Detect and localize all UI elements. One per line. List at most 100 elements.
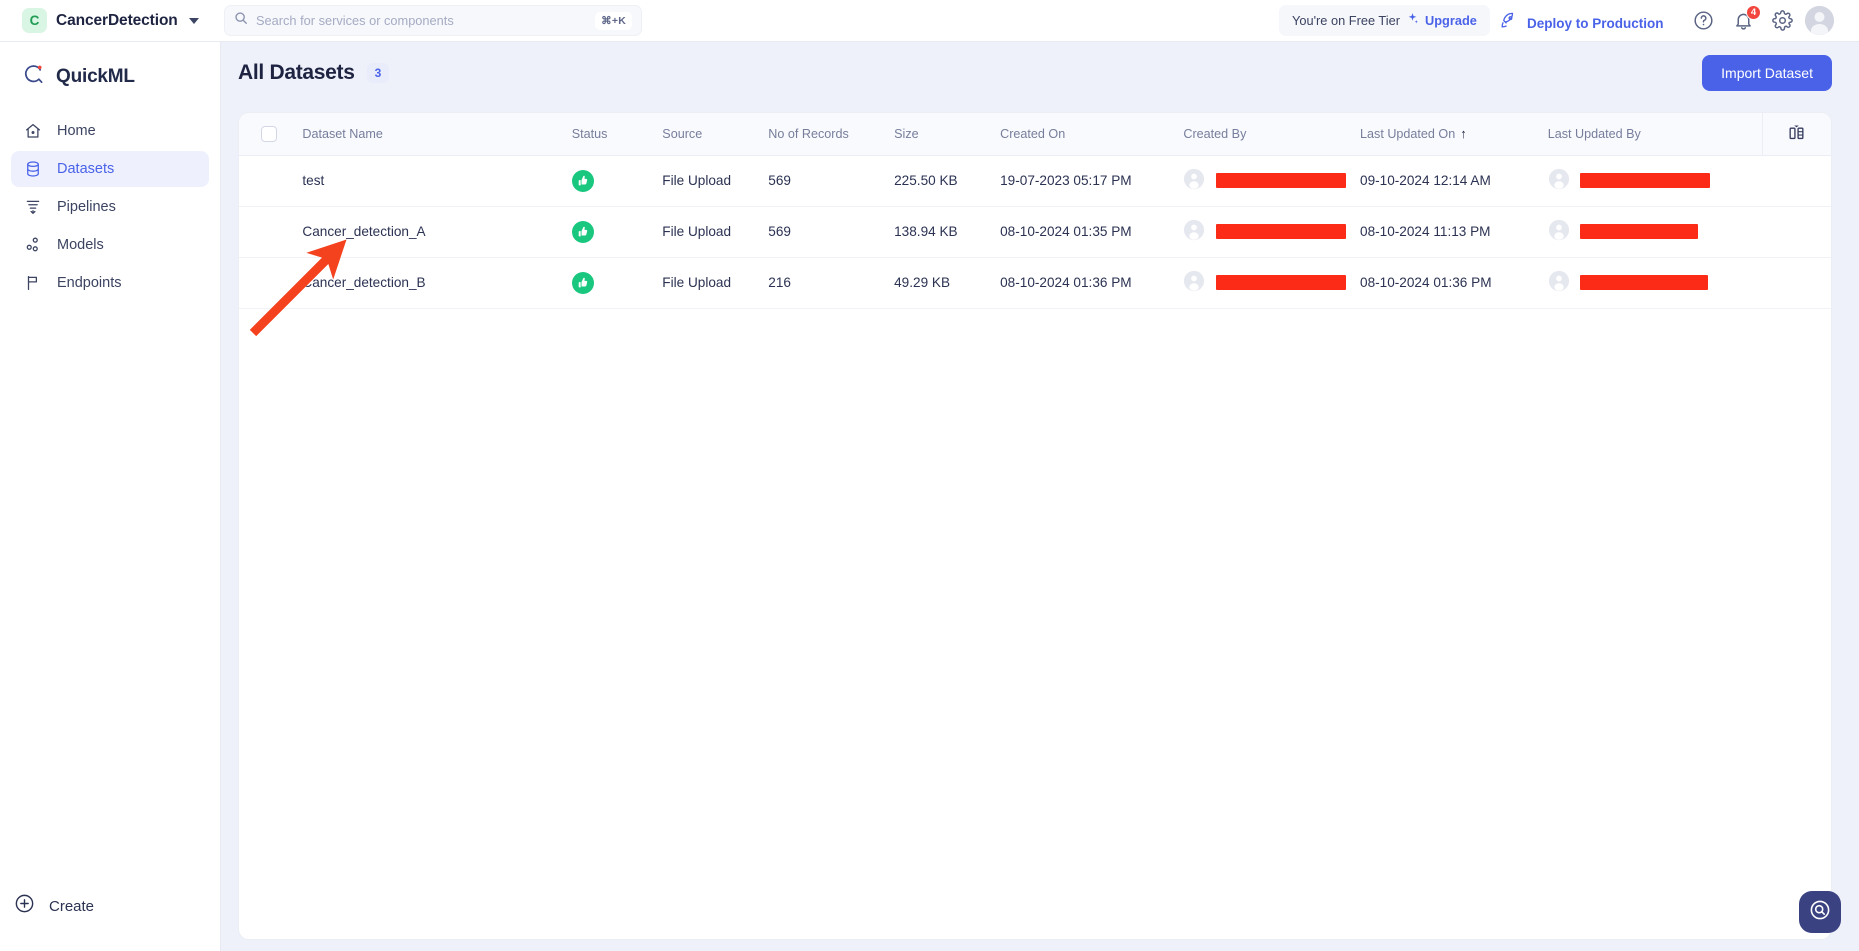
rocket-icon	[1499, 11, 1518, 35]
page-title: All Datasets	[238, 61, 355, 84]
top-bar: C CancerDetection Search for services or…	[0, 0, 1859, 42]
plus-circle-icon	[14, 893, 35, 919]
thumbs-up-icon	[571, 271, 594, 294]
models-icon	[23, 235, 43, 255]
cell-source: File Upload	[656, 155, 763, 207]
checkbox-unchecked-icon[interactable]	[261, 125, 277, 142]
deploy-to-production-button[interactable]: Deploy to Production	[1499, 11, 1664, 35]
cell-records: 216	[762, 257, 889, 309]
cell-status	[565, 257, 657, 309]
chevron-down-icon[interactable]	[188, 17, 199, 24]
cell-created-on: 19-07-2023 05:17 PM	[994, 155, 1178, 207]
import-dataset-button[interactable]: Import Dataset	[1702, 55, 1832, 91]
select-all-header	[239, 113, 297, 156]
col-last-updated-by[interactable]: Last Updated By	[1541, 113, 1763, 156]
deploy-label: Deploy to Production	[1527, 15, 1664, 31]
user-avatar-icon	[1183, 270, 1205, 295]
cell-dataset-name[interactable]: test	[296, 155, 566, 207]
bell-icon[interactable]: 4	[1733, 5, 1761, 32]
cell-created-by	[1177, 206, 1355, 258]
cell-source: File Upload	[656, 206, 763, 258]
col-last-updated-on-label: Last Updated On	[1360, 127, 1456, 142]
database-icon	[23, 159, 43, 179]
search-input[interactable]: Search for services or components ⌘+K	[224, 5, 642, 36]
redacted-name	[1580, 173, 1711, 188]
sidebar-item-endpoints[interactable]: Endpoints	[11, 265, 209, 301]
cell-row-actions	[1762, 257, 1831, 309]
redacted-name	[1580, 224, 1699, 239]
home-icon	[23, 121, 43, 141]
sidebar-item-pipelines[interactable]: Pipelines	[11, 189, 209, 225]
sidebar-item-label: Home	[57, 123, 96, 139]
upgrade-link[interactable]: Upgrade	[1425, 13, 1477, 28]
column-settings-icon[interactable]	[1787, 125, 1806, 145]
cell-last-updated-on: 08-10-2024 11:13 PM	[1354, 206, 1542, 258]
sidebar-item-label: Models	[57, 237, 104, 253]
search-shortcut-hint: ⌘+K	[595, 11, 632, 30]
sidebar-item-datasets[interactable]: Datasets	[11, 151, 209, 187]
cell-dataset-name[interactable]: Cancer_detection_A	[296, 206, 566, 258]
create-button[interactable]: Create	[0, 893, 221, 919]
flag-icon	[23, 273, 43, 293]
thumbs-up-icon	[571, 220, 594, 243]
pipeline-icon	[23, 197, 43, 217]
search-fab-button[interactable]	[1799, 891, 1841, 933]
row-checkbox-cell	[239, 155, 297, 207]
cell-status	[565, 155, 657, 207]
org-switcher[interactable]: C CancerDetection	[22, 8, 212, 33]
row-checkbox-cell	[239, 257, 297, 309]
page-header: All Datasets 3 Import Dataset	[221, 42, 1859, 104]
free-tier-chip[interactable]: You're on Free Tier Upgrade	[1279, 5, 1490, 36]
col-status[interactable]: Status	[565, 113, 657, 156]
redacted-name	[1580, 275, 1709, 290]
redacted-name	[1216, 275, 1347, 290]
sidebar-nav: Home Datasets Pipelines Models Endpoints	[0, 113, 220, 301]
thumbs-up-icon	[571, 169, 594, 192]
cell-row-actions	[1762, 155, 1831, 207]
sidebar: QuickML Home Datasets Pipelines Models E…	[0, 42, 221, 951]
notification-badge: 4	[1746, 5, 1761, 20]
datasets-table: Dataset Name Status Source No of Records…	[239, 113, 1831, 309]
cell-created-on: 08-10-2024 01:35 PM	[994, 206, 1178, 258]
cell-size: 49.29 KB	[888, 257, 995, 309]
cell-last-updated-by	[1541, 155, 1763, 207]
cell-created-on: 08-10-2024 01:36 PM	[994, 257, 1178, 309]
sidebar-item-models[interactable]: Models	[11, 227, 209, 263]
row-checkbox-cell	[239, 206, 297, 258]
arrow-up-icon: ↑	[1460, 126, 1467, 142]
avatar[interactable]	[1805, 6, 1834, 35]
cell-records: 569	[762, 155, 889, 207]
col-size[interactable]: Size	[888, 113, 995, 156]
brand: QuickML	[0, 42, 220, 91]
table-row[interactable]: Cancer_detection_A File Upload 569 138.9…	[239, 206, 1831, 258]
col-no-of-records[interactable]: No of Records	[762, 113, 889, 156]
cell-last-updated-on: 09-10-2024 12:14 AM	[1354, 155, 1542, 207]
org-avatar: C	[22, 8, 47, 33]
col-last-updated-on[interactable]: Last Updated On ↑	[1354, 113, 1542, 156]
datasets-table-card: Dataset Name Status Source No of Records…	[238, 112, 1832, 940]
sidebar-item-label: Pipelines	[57, 199, 116, 215]
brand-name: QuickML	[56, 66, 135, 87]
user-avatar-icon	[1183, 219, 1205, 244]
org-name: CancerDetection	[56, 11, 178, 29]
table-row[interactable]: Cancer_detection_B File Upload 216 49.29…	[239, 257, 1831, 309]
gear-icon[interactable]	[1772, 10, 1794, 32]
col-created-by[interactable]: Created By	[1177, 113, 1355, 156]
cell-status	[565, 206, 657, 258]
tier-label: You're on Free Tier	[1292, 13, 1400, 28]
cell-created-by	[1177, 257, 1355, 309]
cell-dataset-name[interactable]: Cancer_detection_B	[296, 257, 566, 309]
col-source[interactable]: Source	[656, 113, 763, 156]
app-root: C CancerDetection Search for services or…	[0, 0, 1859, 951]
col-created-on[interactable]: Created On	[994, 113, 1178, 156]
cell-created-by	[1177, 155, 1355, 207]
help-circle-icon[interactable]	[1693, 10, 1715, 32]
col-dataset-name[interactable]: Dataset Name	[296, 113, 566, 156]
table-row[interactable]: test File Upload 569 225.50 KB 19-07-202…	[239, 155, 1831, 207]
redacted-name	[1216, 224, 1347, 239]
cell-size: 225.50 KB	[888, 155, 995, 207]
sidebar-item-home[interactable]: Home	[11, 113, 209, 149]
sidebar-item-label: Endpoints	[57, 275, 122, 291]
cell-size: 138.94 KB	[888, 206, 995, 258]
table-header: Dataset Name Status Source No of Records…	[239, 113, 1831, 156]
